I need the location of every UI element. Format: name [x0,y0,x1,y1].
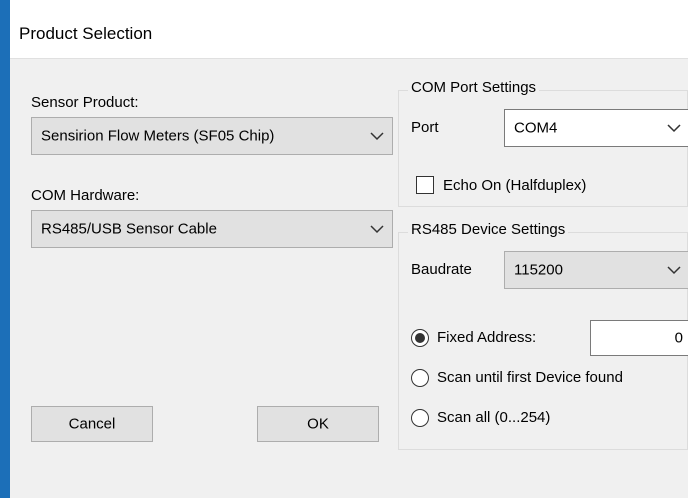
cancel-button-label: Cancel [68,415,116,433]
baudrate-value: 115200 [514,261,563,279]
baudrate-dropdown[interactable]: 115200 [504,251,688,289]
port-value: COM4 [514,119,558,137]
fixed-address-value: 0 [674,329,683,347]
title-bar: Product Selection [10,0,688,59]
port-dropdown[interactable]: COM4 [504,109,688,147]
window-title: Product Selection [19,24,153,43]
chevron-down-icon [370,225,384,234]
com-hardware-value: RS485/USB Sensor Cable [41,220,217,238]
sensor-product-dropdown[interactable]: Sensirion Flow Meters (SF05 Chip) [31,117,393,155]
echo-label: Echo On (Halfduplex) [443,177,587,194]
product-selection-window: Product Selection Sensor Product: Sensir… [10,0,688,498]
cancel-button[interactable]: Cancel [31,406,153,442]
scan-first-radio[interactable] [411,369,429,387]
port-label: Port [411,119,439,136]
com-port-settings-legend: COM Port Settings [408,79,540,96]
fixed-address-input[interactable]: 0 [590,320,688,356]
chevron-down-icon [667,266,681,275]
scan-first-label: Scan until first Device found [437,369,623,386]
baudrate-label: Baudrate [411,261,472,278]
radio-selected-dot [415,333,425,343]
sensor-product-label: Sensor Product: [31,94,139,111]
fixed-address-radio[interactable] [411,329,429,347]
scan-all-label: Scan all (0...254) [437,409,551,426]
ok-button-label: OK [307,415,329,433]
com-hardware-label: COM Hardware: [31,187,140,204]
echo-checkbox[interactable] [416,176,434,194]
rs485-device-settings-legend: RS485 Device Settings [408,221,569,238]
sensor-product-value: Sensirion Flow Meters (SF05 Chip) [41,127,275,145]
chevron-down-icon [370,132,384,141]
chevron-down-icon [667,124,681,133]
fixed-address-label: Fixed Address: [437,329,537,346]
com-hardware-dropdown[interactable]: RS485/USB Sensor Cable [31,210,393,248]
ok-button[interactable]: OK [257,406,379,442]
scan-all-radio[interactable] [411,409,429,427]
